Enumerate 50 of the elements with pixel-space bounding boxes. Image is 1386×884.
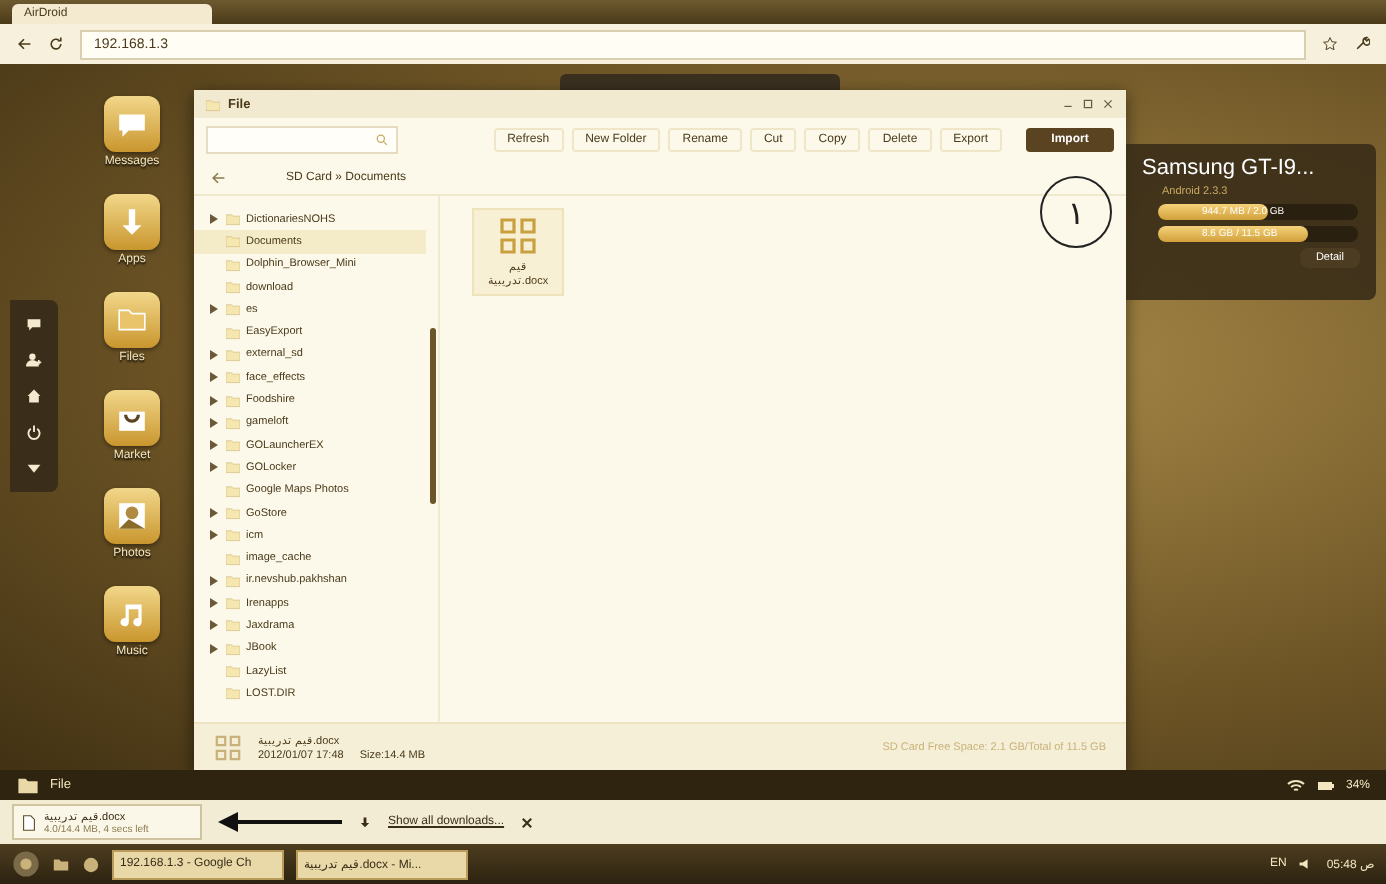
power-icon[interactable] — [26, 424, 42, 440]
reload-icon[interactable] — [48, 36, 64, 52]
wifi-icon — [1285, 775, 1306, 795]
home-icon[interactable] — [26, 388, 42, 404]
maximize-icon[interactable] — [1082, 98, 1094, 110]
close-icon[interactable] — [1102, 98, 1114, 110]
search-field[interactable] — [206, 126, 398, 154]
expand-arrow-icon[interactable] — [210, 395, 218, 406]
expand-arrow-icon[interactable] — [210, 440, 218, 451]
folder-icon — [206, 97, 220, 111]
expand-arrow-icon[interactable] — [210, 508, 218, 518]
app-tile[interactable] — [104, 586, 160, 642]
expand-arrow-icon[interactable] — [210, 349, 218, 360]
document-icon — [498, 216, 538, 256]
app-tile[interactable] — [104, 96, 160, 152]
folder-icon — [116, 304, 148, 336]
app-tile[interactable] — [104, 194, 160, 250]
wrench-icon[interactable] — [1354, 36, 1370, 52]
expand-arrow-icon[interactable] — [210, 214, 218, 225]
down-triangle-icon[interactable] — [26, 460, 42, 476]
expand-arrow-icon[interactable] — [210, 643, 218, 654]
expand-arrow-icon[interactable] — [210, 598, 218, 609]
expand-arrow-icon[interactable] — [210, 417, 218, 428]
document-icon — [20, 813, 38, 831]
search-icon — [376, 134, 388, 146]
download-icon — [358, 815, 372, 829]
expand-arrow-icon[interactable] — [210, 530, 218, 541]
star-icon[interactable] — [1322, 36, 1338, 52]
close-icon[interactable] — [520, 815, 535, 829]
photo-icon — [116, 500, 148, 532]
scrollbar[interactable] — [430, 328, 436, 504]
app-tile[interactable] — [104, 488, 160, 544]
expand-arrow-icon[interactable] — [210, 462, 218, 473]
add-user-icon[interactable] — [26, 352, 42, 368]
expand-arrow-icon[interactable] — [210, 620, 218, 631]
device-name: Samsung GT-I9... — [1142, 156, 1317, 180]
chat-icon[interactable] — [26, 316, 42, 332]
expand-arrow-icon[interactable] — [210, 304, 218, 315]
music-note-icon — [116, 598, 148, 630]
expand-arrow-icon[interactable] — [210, 575, 218, 586]
back-arrow-icon[interactable] — [16, 36, 32, 52]
document-icon — [214, 733, 242, 761]
arrow-annotation — [218, 812, 342, 832]
folder-icon[interactable] — [52, 855, 70, 873]
expand-arrow-icon[interactable] — [210, 372, 218, 383]
app-tile[interactable] — [104, 292, 160, 348]
app-tile[interactable] — [104, 390, 160, 446]
number-annotation: ١ — [1040, 176, 1112, 248]
speech-bubble-icon — [116, 108, 148, 140]
start-orb-icon[interactable] — [12, 850, 40, 878]
